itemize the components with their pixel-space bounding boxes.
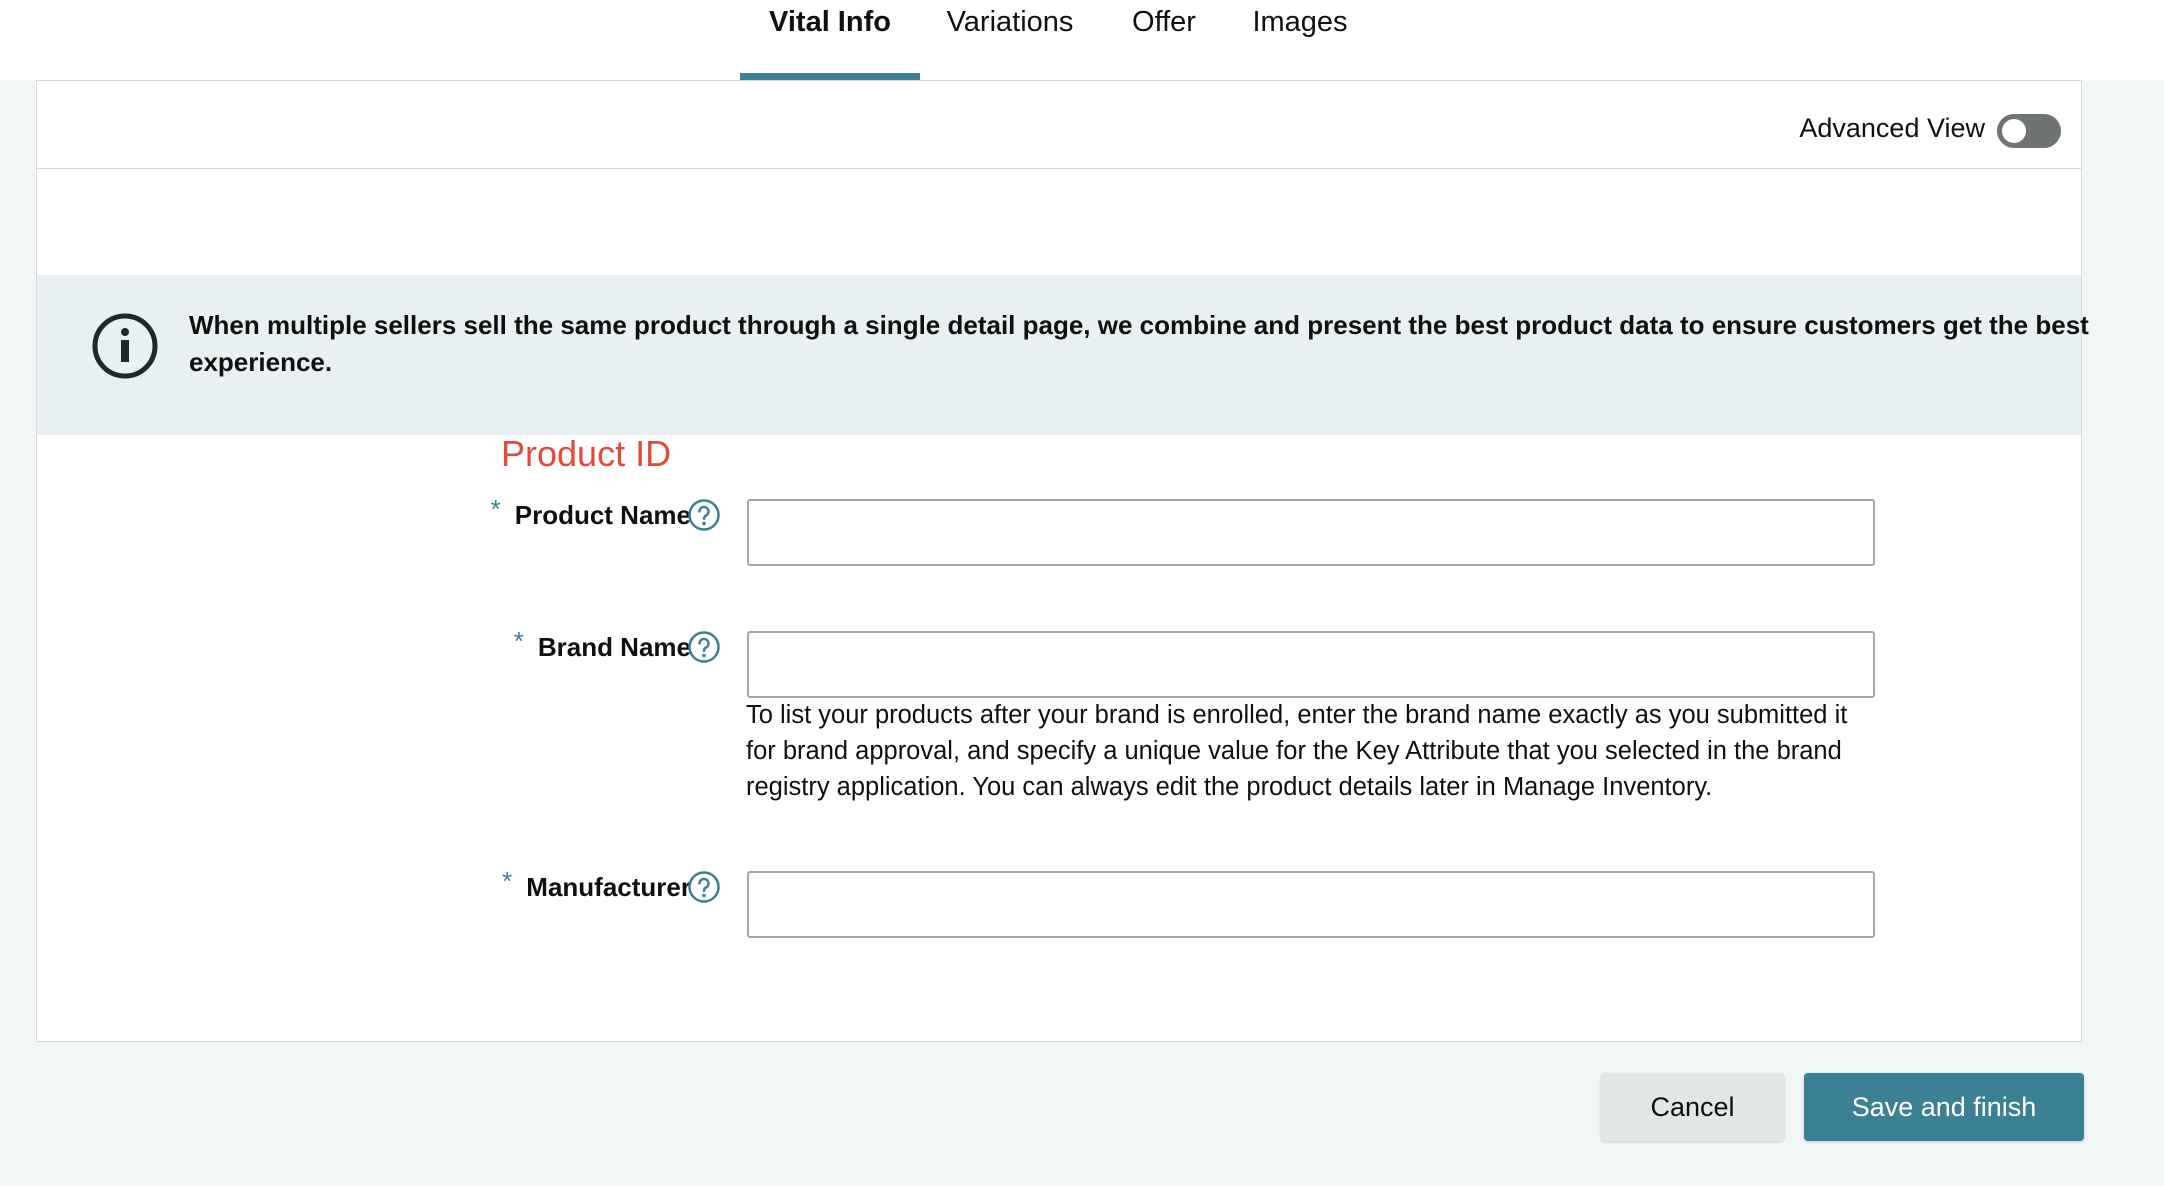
info-circle-icon [92,313,158,379]
manufacturer-input[interactable] [747,871,1875,938]
tab-label: Images [1252,6,1348,38]
required-asterisk: * [513,626,524,656]
help-icon[interactable] [687,630,721,664]
field-label-text: Product Name [514,500,691,530]
active-tab-indicator [740,73,920,80]
tab-bar: Vital Info Variations Offer Images [0,0,2164,80]
tab-label: Variations [946,6,1074,38]
top-bar: Vital Info Variations Offer Images [0,0,2164,80]
help-icon[interactable] [687,498,721,532]
advanced-view-toggle[interactable] [1997,114,2061,148]
save-and-finish-button[interactable]: Save and finish [1804,1073,2084,1141]
brand-name-help-text: To list your products after your brand i… [746,701,1848,801]
required-asterisk: * [490,494,501,524]
tab-vital-info[interactable]: Vital Info [740,0,920,80]
tab-offer[interactable]: Offer [1114,0,1214,80]
advanced-view-label: Advanced View [1799,113,1985,143]
vital-info-panel: Advanced View When multiple sellers sell… [36,80,2089,1042]
cancel-button[interactable]: Cancel [1601,1073,1784,1141]
field-label-text: Manufacturer [526,872,691,902]
panel-header: Advanced View [37,81,2081,169]
tab-label: Offer [1132,6,1196,38]
tab-variations[interactable]: Variations [940,0,1080,80]
manufacturer-label: * Manufacturer [502,866,691,903]
product-name-label: * Product Name [491,494,691,531]
product-name-input[interactable] [747,499,1875,566]
field-label-text: Brand Name [537,632,691,662]
brand-name-label: * Brand Name [514,626,691,663]
toggle-knob [2002,119,2026,143]
info-banner-text: When multiple sellers sell the same prod… [189,310,2089,377]
tab-label: Vital Info [769,6,891,38]
required-asterisk: * [502,866,513,896]
tab-images[interactable]: Images [1244,0,1356,80]
info-banner: When multiple sellers sell the same prod… [37,275,2089,435]
help-icon[interactable] [687,870,721,904]
section-title: Product ID [501,433,672,474]
brand-name-input[interactable] [747,631,1875,698]
